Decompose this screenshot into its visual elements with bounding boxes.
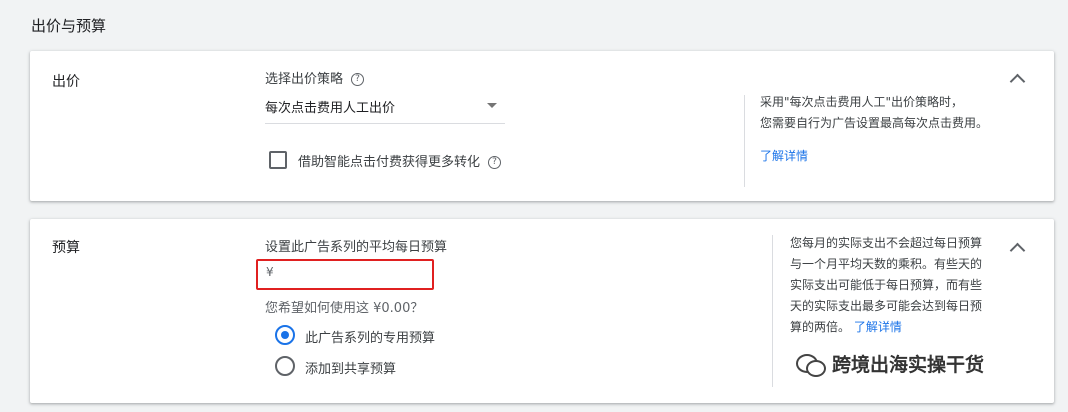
chevron-up-icon[interactable] (1009, 73, 1026, 90)
bidding-card: 出价 选择出价策略? 每次点击费用人工出价 借助智能点击付费获得更多转化? 采用… (30, 51, 1054, 201)
divider (744, 95, 745, 187)
divider (772, 235, 773, 387)
bid-strategy-value: 每次点击费用人工出价 (265, 101, 396, 116)
enhanced-cpc-label: 借助智能点击付费获得更多转化? (298, 151, 502, 170)
dropdown-arrow-icon (487, 103, 497, 108)
learn-more-link[interactable]: 了解详情 (760, 146, 988, 167)
enhanced-cpc-checkbox[interactable] (269, 151, 287, 169)
bidding-info-text: 采用"每次点击费用人工"出价策略时， 您需要自行为广告设置最高每次点击费用。 了… (760, 92, 988, 167)
section-title: 出价与预算 (31, 17, 107, 35)
budget-info-line: 与一个月平均天数的乘积。有些天的 (790, 257, 983, 271)
bidding-info-line: 采用"每次点击费用人工"出价策略时， (760, 95, 964, 109)
shared-budget-radio[interactable] (275, 356, 295, 376)
bid-strategy-dropdown[interactable]: 每次点击费用人工出价 (265, 89, 505, 124)
budget-question: 您希望如何使用这 ¥0.00？ (265, 301, 424, 316)
budget-title: 预算 (52, 240, 80, 256)
shared-budget-label: 添加到共享预算 (305, 362, 397, 377)
dedicated-budget-label: 此广告系列的专用预算 (305, 331, 436, 346)
help-circle-icon[interactable]: ? (351, 73, 365, 86)
dedicated-budget-radio[interactable] (275, 325, 295, 345)
bid-strategy-label: 选择出价策略? (265, 68, 365, 87)
bidding-title: 出价 (52, 74, 80, 90)
watermark: 跨境出海实操干货 (796, 350, 984, 377)
bidding-info-line: 您需要自行为广告设置最高每次点击费用。 (760, 116, 989, 130)
budget-info-line: 您每月的实际支出不会超过每日预算 (790, 236, 983, 250)
budget-field-label: 设置此广告系列的平均每日预算 (265, 240, 448, 255)
enhanced-cpc-label-text: 借助智能点击付费获得更多转化 (298, 155, 481, 170)
help-circle-icon[interactable]: ? (488, 156, 502, 169)
budget-info-line: 算的两倍。 (790, 320, 851, 334)
watermark-text: 跨境出海实操干货 (832, 354, 985, 376)
budget-info-line: 实际支出可能低于每日预算，而有些 (790, 278, 983, 292)
wechat-logo-icon (796, 352, 826, 377)
learn-more-link[interactable]: 了解详情 (854, 320, 902, 334)
daily-budget-input[interactable]: ¥ (256, 259, 434, 290)
bid-strategy-label-text: 选择出价策略 (265, 72, 344, 87)
chevron-up-icon[interactable] (1009, 242, 1026, 259)
currency-symbol: ¥ (266, 265, 274, 279)
budget-info-line-last: 算的两倍。 了解详情 (790, 317, 1000, 338)
budget-info-text: 您每月的实际支出不会超过每日预算 与一个月平均天数的乘积。有些天的 实际支出可能… (790, 233, 1000, 338)
budget-info-line: 天的实际支出最多可能会达到每日预 (790, 299, 983, 313)
